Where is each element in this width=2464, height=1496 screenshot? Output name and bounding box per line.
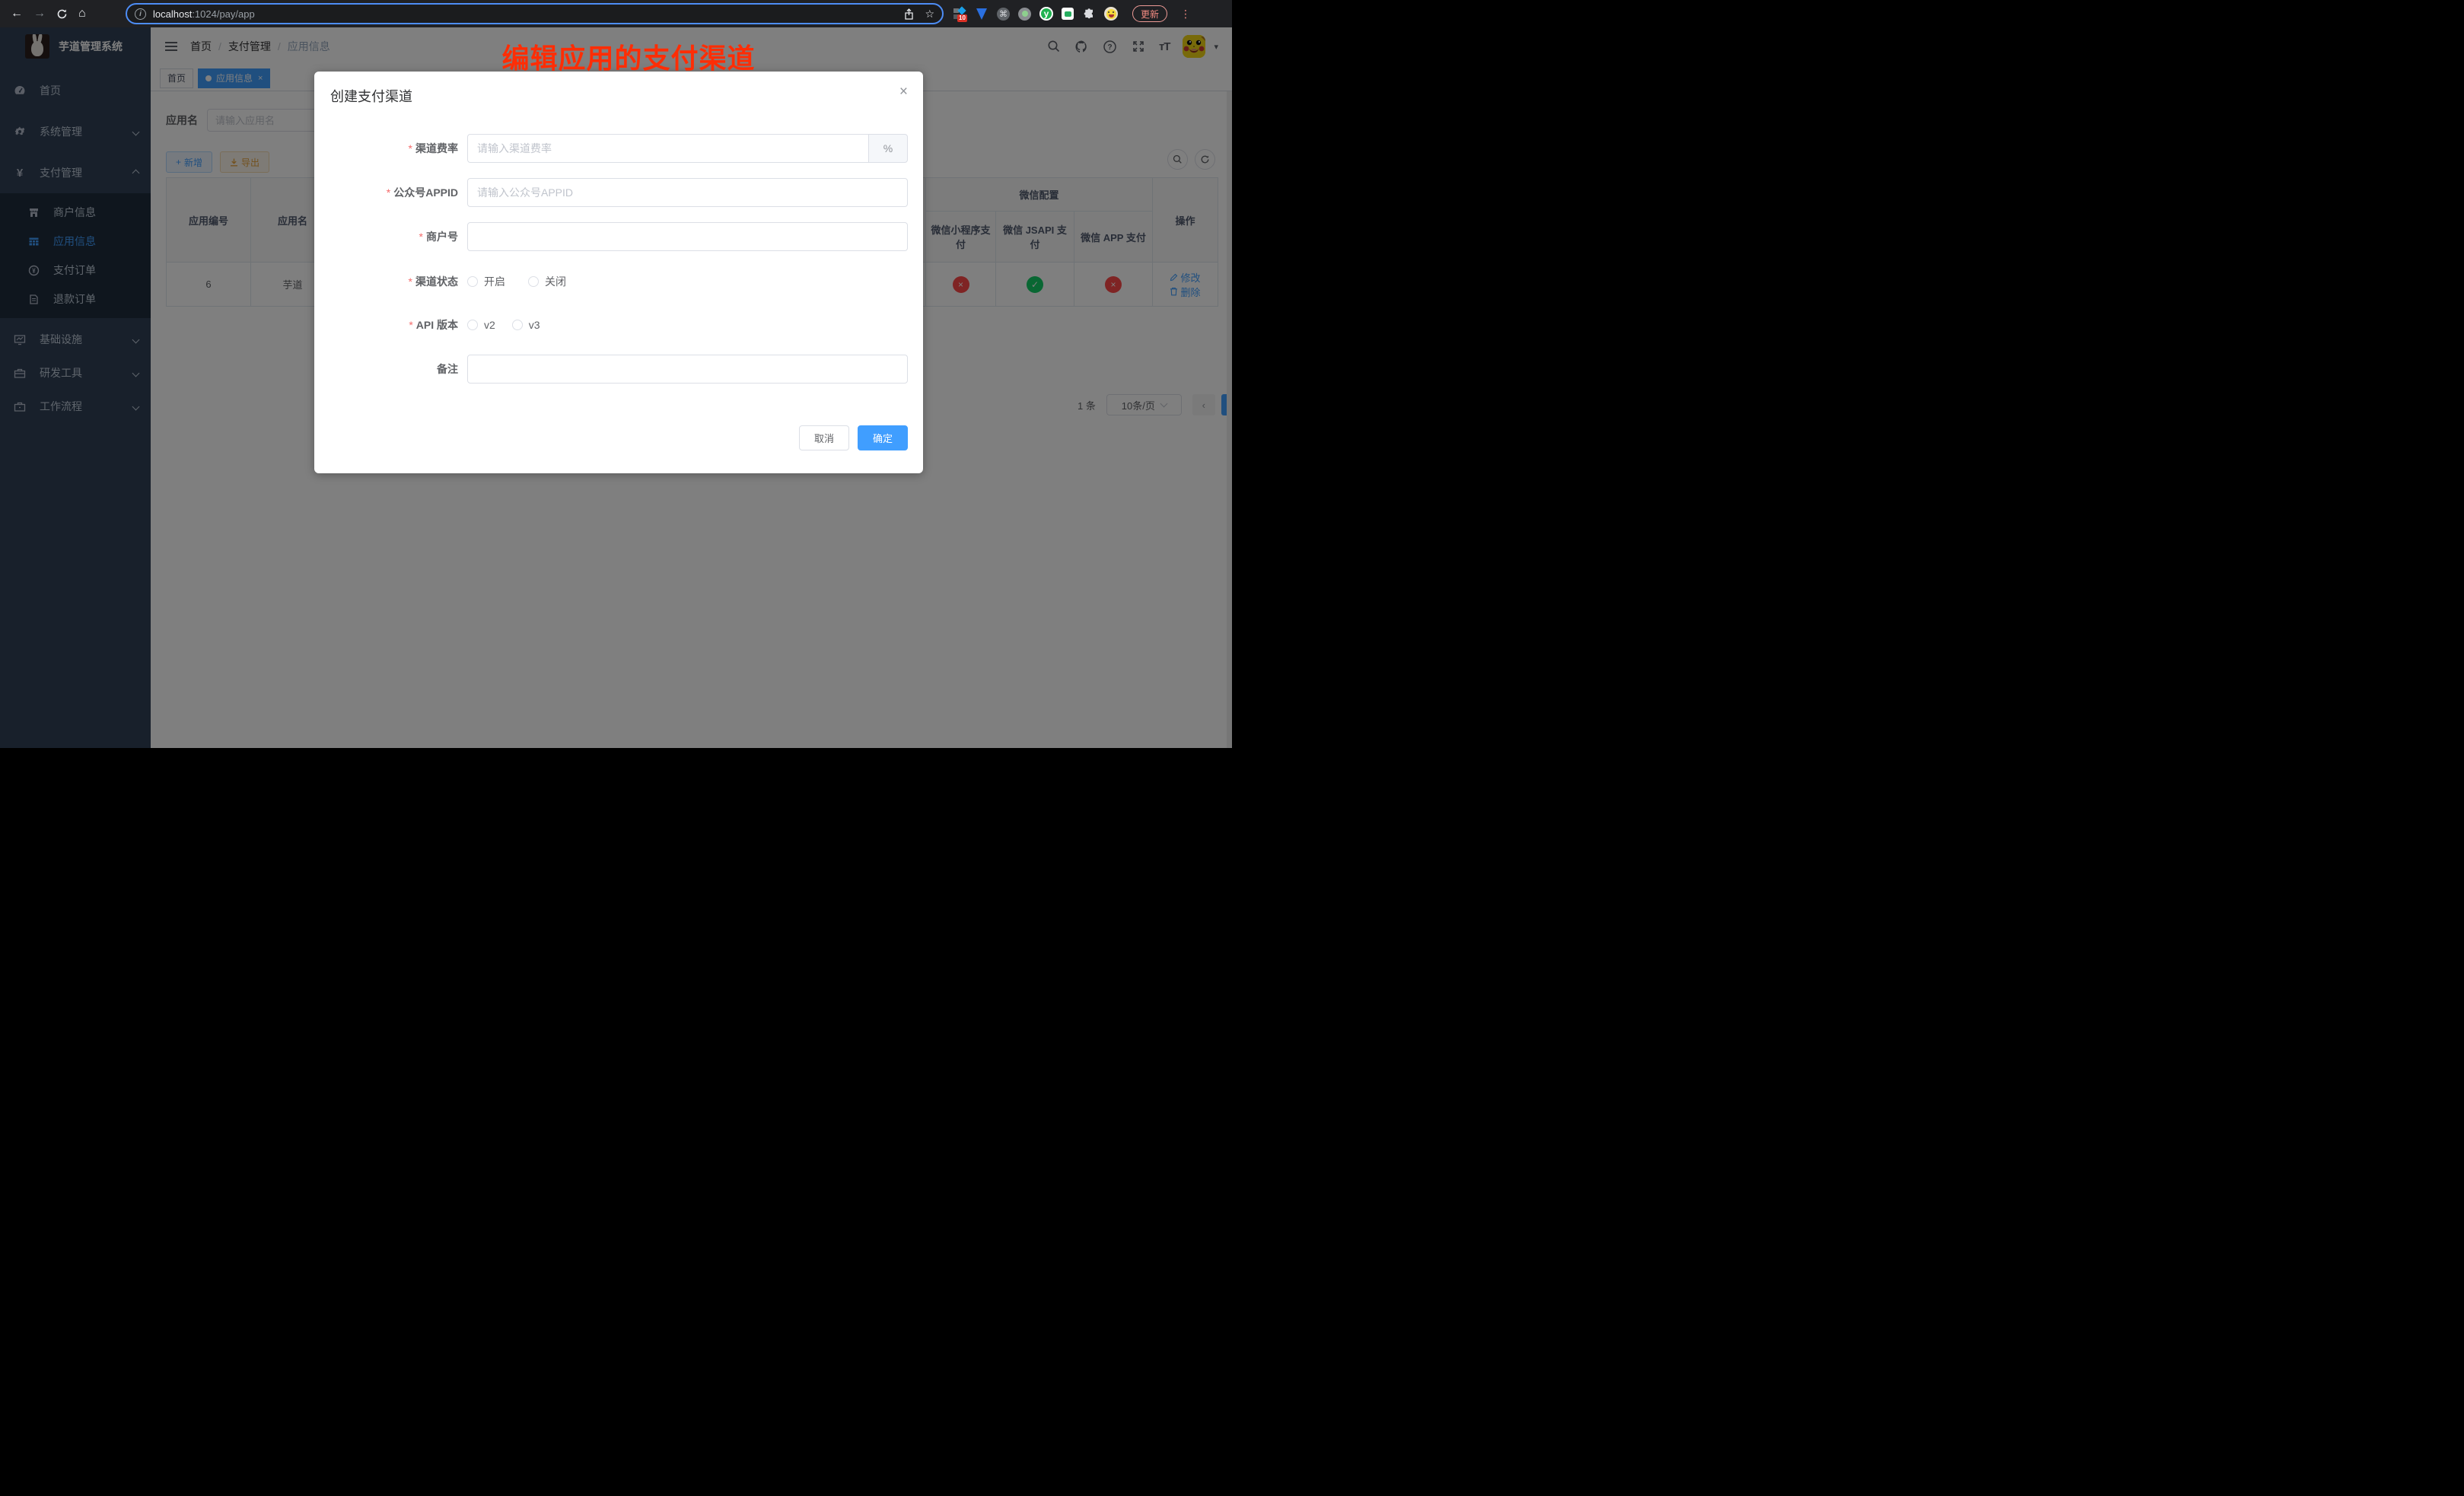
merchant-input[interactable] xyxy=(467,222,908,251)
status-closed-radio[interactable]: 关闭 xyxy=(528,274,566,289)
browser-reload-icon[interactable] xyxy=(56,8,68,20)
dialog-title: 创建支付渠道 xyxy=(330,86,412,106)
share-icon[interactable] xyxy=(904,8,914,20)
rate-field-label: *渠道费率 xyxy=(314,134,458,163)
browser-update-button[interactable]: 更新 xyxy=(1132,5,1167,22)
confirm-button[interactable]: 确定 xyxy=(858,425,908,450)
api-v3-radio[interactable]: v3 xyxy=(512,319,540,331)
annotation-text: 编辑应用的支付渠道 xyxy=(408,37,849,76)
browser-forward-icon[interactable]: → xyxy=(33,7,46,21)
web-page: 芋道管理系统 首页 系统管理 ¥ 支付管 xyxy=(0,27,1232,748)
browser-home-icon[interactable]: ⌂ xyxy=(78,7,86,21)
required-asterisk: * xyxy=(387,186,390,199)
required-asterisk: * xyxy=(419,231,423,243)
browser-back-icon[interactable]: ← xyxy=(11,7,23,21)
extension-kite-icon[interactable] xyxy=(975,7,988,21)
cancel-button[interactable]: 取消 xyxy=(799,425,849,450)
radio-circle-icon xyxy=(528,276,539,287)
create-channel-dialog: 创建支付渠道 × *渠道费率 % *公众号APPID *商户号 xyxy=(314,72,923,473)
percent-addon: % xyxy=(868,134,908,163)
rate-input[interactable] xyxy=(467,134,868,163)
extension-badge: 10 xyxy=(957,14,967,22)
status-field-label: *渠道状态 xyxy=(314,267,458,296)
bookmark-star-icon[interactable]: ☆ xyxy=(925,8,934,21)
dialog-close-icon[interactable]: × xyxy=(899,84,908,100)
extension-y-icon[interactable]: y xyxy=(1039,7,1053,21)
extensions-row: 10 ⌘ y 更新 ⋮ xyxy=(953,0,1199,27)
browser-menu-icon[interactable]: ⋮ xyxy=(1180,8,1191,21)
screen: ← → ⌂ i localhost:1024/pay/app ☆ 10 ⌘ y xyxy=(0,0,1232,748)
status-open-radio[interactable]: 开启 xyxy=(467,274,505,289)
extensions-puzzle-icon[interactable] xyxy=(1082,7,1096,21)
remark-input[interactable] xyxy=(467,355,908,384)
radio-circle-icon xyxy=(467,276,478,287)
extension-chat-icon[interactable] xyxy=(1062,8,1074,20)
required-asterisk: * xyxy=(409,275,412,288)
appid-input[interactable] xyxy=(467,178,908,207)
api-v2-radio[interactable]: v2 xyxy=(467,319,495,331)
remark-field-label: 备注 xyxy=(314,355,458,384)
merchant-field-label: *商户号 xyxy=(314,222,458,251)
extension-emoji-icon[interactable] xyxy=(1104,7,1118,21)
extension-dot-icon[interactable] xyxy=(1018,8,1031,21)
extension-blocks-icon[interactable]: 10 xyxy=(953,7,966,21)
required-asterisk: * xyxy=(409,142,412,154)
appid-field-label: *公众号APPID xyxy=(314,178,458,207)
radio-circle-icon xyxy=(467,320,478,330)
radio-circle-icon xyxy=(512,320,523,330)
extension-command-icon[interactable]: ⌘ xyxy=(997,8,1010,21)
site-info-icon[interactable]: i xyxy=(135,8,146,20)
api-version-field-label: *API 版本 xyxy=(314,310,458,339)
url-text[interactable]: localhost:1024/pay/app xyxy=(153,8,893,20)
browser-chrome: ← → ⌂ i localhost:1024/pay/app ☆ 10 ⌘ y xyxy=(0,0,1232,27)
required-asterisk: * xyxy=(409,319,412,331)
url-bar[interactable]: i localhost:1024/pay/app ☆ xyxy=(126,3,944,24)
